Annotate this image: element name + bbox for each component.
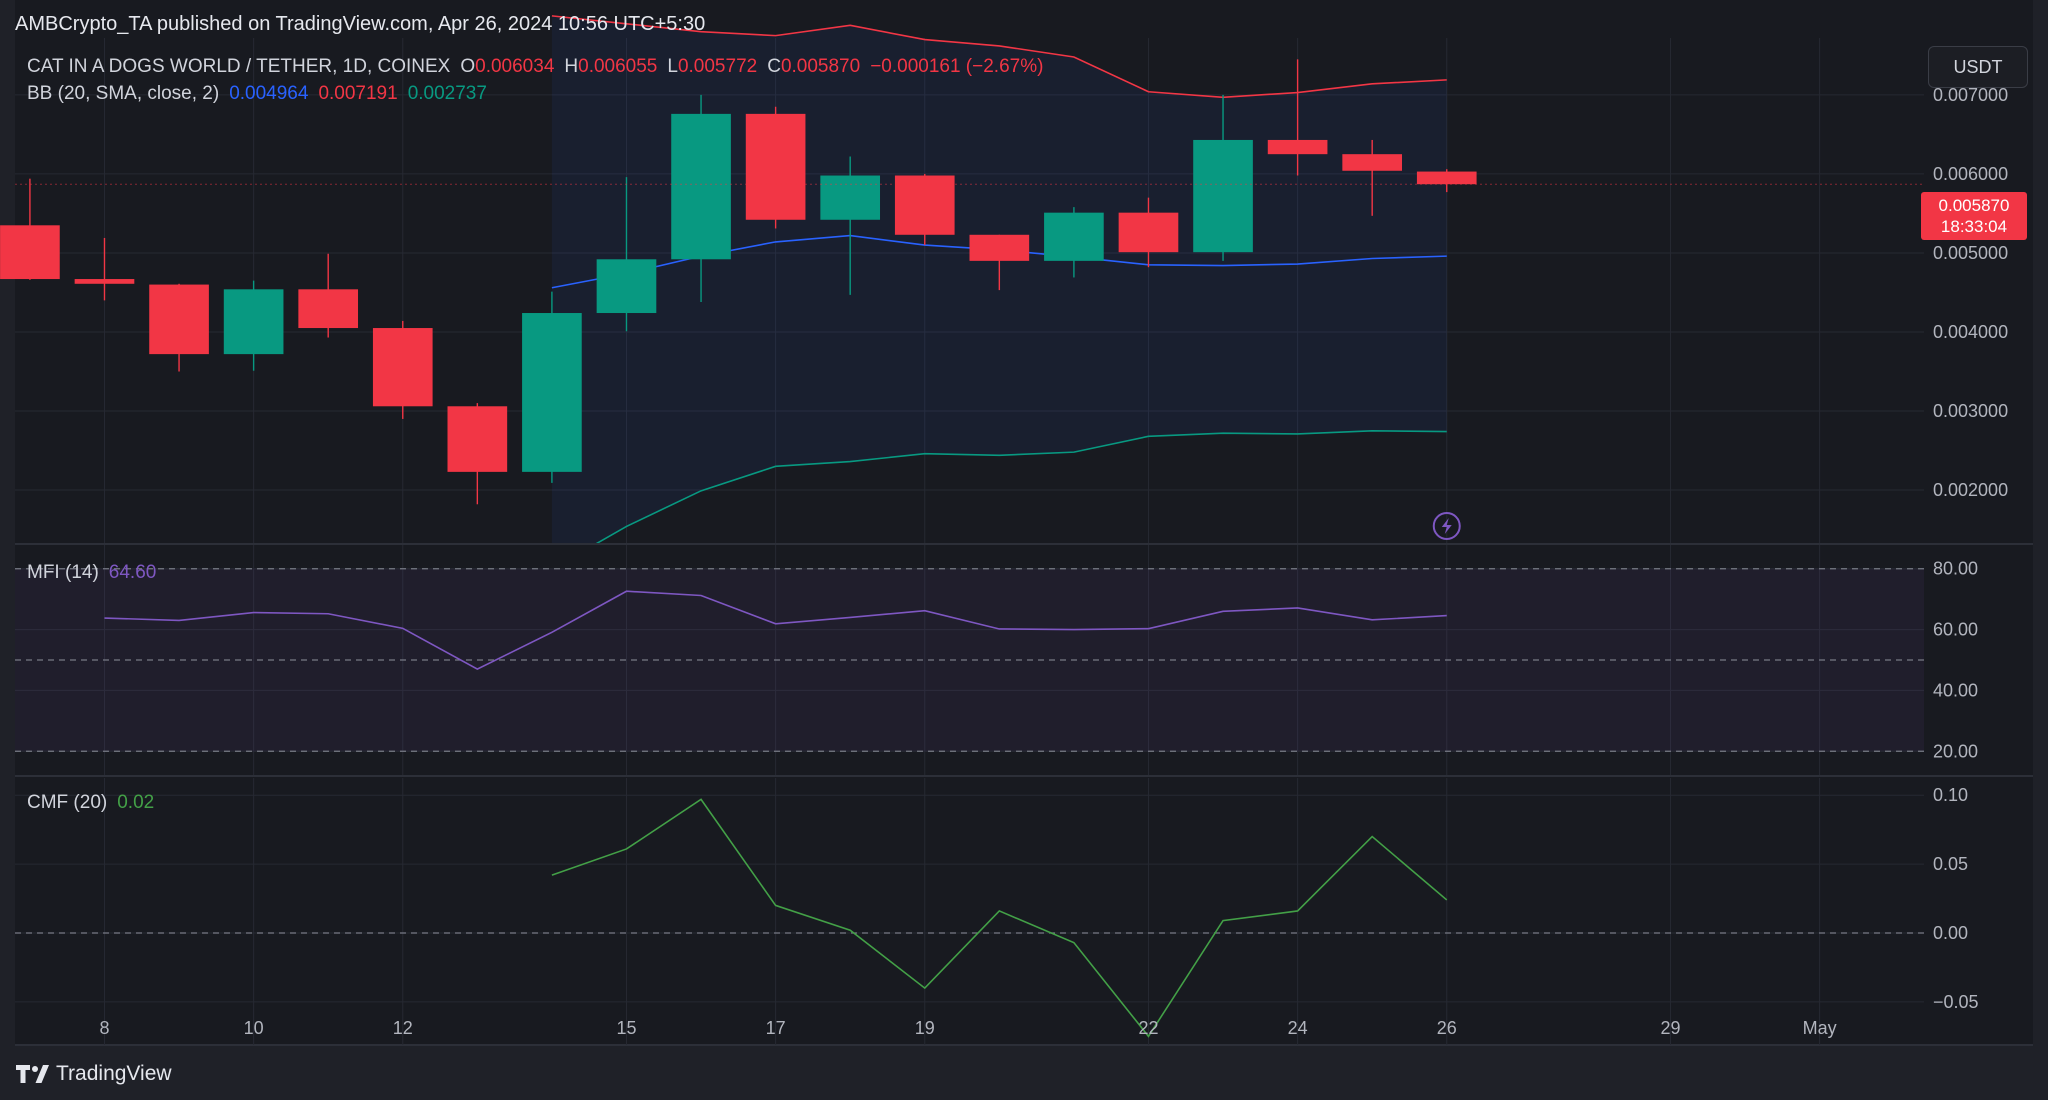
symbol-title: CAT IN A DOGS WORLD / TETHER, 1D, COINEX — [27, 56, 451, 77]
time-axis-label: 29 — [1660, 1018, 1680, 1038]
low-value: 0.005772 — [677, 56, 758, 77]
time-axis-label: 19 — [915, 1018, 935, 1038]
cmf-axis-label: 0.05 — [1933, 854, 1968, 874]
time-axis-label: 10 — [244, 1018, 264, 1038]
time-axis-label: 8 — [99, 1018, 109, 1038]
candle-down[interactable] — [372, 320, 433, 419]
bb-basis-value: 0.004964 — [229, 83, 309, 104]
price-axis-label: 0.002000 — [1933, 480, 2008, 500]
open-value: 0.006034 — [475, 56, 555, 77]
change-value: −0.000161 (−2.67%) — [870, 56, 1044, 77]
mfi-value: 64.60 — [108, 562, 157, 583]
time-axis-label: 24 — [1288, 1018, 1308, 1038]
high-label: H — [564, 56, 579, 77]
last-price-tag: 0.005870 18:33:04 — [1921, 192, 2027, 240]
time-axis-label: 17 — [766, 1018, 786, 1038]
currency-button[interactable]: USDT — [1928, 46, 2028, 88]
close-value: 0.005870 — [780, 56, 861, 77]
time-axis-label: 26 — [1437, 1018, 1457, 1038]
tradingview-logo-icon — [16, 1065, 49, 1083]
time-axis-label: 12 — [393, 1018, 413, 1038]
mfi-axis-label: 20.00 — [1933, 741, 1978, 761]
candle-body — [1267, 139, 1328, 155]
price-axis-label: 0.004000 — [1933, 322, 2008, 342]
publisher-line: AMBCrypto_TA published on TradingView.co… — [15, 13, 706, 35]
candle-body — [671, 113, 731, 260]
price-axis-label: 0.006000 — [1933, 164, 2008, 184]
low-label: L — [667, 56, 678, 77]
mfi-legend[interactable]: MFI (14) 64.60 — [27, 562, 166, 584]
tradingview-logo[interactable]: TradingView — [16, 1062, 172, 1086]
close-label: C — [767, 56, 781, 77]
time-axis-label: 15 — [616, 1018, 636, 1038]
candle-body — [223, 289, 284, 355]
ohlc-values: O0.006034 H0.006055 L0.005772 C0.005870 −0.0… — [460, 56, 1053, 78]
price-axis-label: 0.005000 — [1933, 243, 2008, 263]
bb-lower-value: 0.002737 — [407, 83, 487, 104]
mfi-axis-label: 60.00 — [1933, 620, 1978, 640]
candle-body — [447, 406, 508, 472]
candle-body — [1044, 212, 1104, 261]
mfi-axis-label: 40.00 — [1933, 680, 1978, 700]
tradingview-wordmark: TradingView — [56, 1062, 172, 1085]
mfi-axis-label: 80.00 — [1933, 559, 1978, 579]
candle-body — [298, 289, 359, 329]
chart-stage: 0.007000 0.006000 0.005000 0.004000 0.003000… — [0, 0, 2048, 1100]
candle-up[interactable] — [522, 291, 582, 483]
candle-body — [372, 328, 433, 407]
cmf-label: CMF (20) — [27, 792, 108, 813]
time-axis-label: May — [1803, 1018, 1837, 1038]
candle-body — [0, 225, 60, 280]
cmf-axis-label: −0.05 — [1933, 992, 1979, 1012]
candle-body — [522, 313, 582, 472]
mfi-label: MFI (14) — [27, 562, 99, 583]
cmf-axis-label: 0.00 — [1933, 923, 1968, 943]
chart-canvas[interactable]: 0.0070000.0060000.0050000.0040000.003000… — [0, 0, 2048, 1100]
candle-body — [596, 259, 657, 314]
open-label: O — [460, 56, 476, 77]
symbol-legend: CAT IN A DOGS WORLD / TETHER, 1D, COINEX… — [27, 56, 1063, 78]
candle-body — [1118, 212, 1179, 253]
price-axis-label: 0.003000 — [1933, 401, 2008, 421]
candle-down[interactable] — [745, 106, 806, 229]
cmf-value: 0.02 — [117, 792, 155, 813]
candle-body — [149, 284, 209, 355]
last-price-value: 0.005870 — [1938, 196, 2010, 215]
bb-label: BB (20, SMA, close, 2) — [27, 83, 220, 104]
cmf-legend[interactable]: CMF (20) 0.02 — [27, 792, 164, 814]
candle-body — [1416, 171, 1477, 185]
candle-body — [820, 175, 881, 220]
bar-countdown: 18:33:04 — [1940, 217, 2008, 236]
candle-body — [969, 234, 1030, 261]
candle-body — [1193, 139, 1253, 253]
candle-body — [745, 113, 806, 220]
candle-body — [1342, 154, 1403, 171]
high-value: 0.006055 — [578, 56, 658, 77]
candle-body — [74, 279, 135, 284]
bb-legend[interactable]: BB (20, SMA, close, 2) 0.004964 0.007191… — [27, 83, 497, 105]
time-axis-label: 22 — [1138, 1018, 1158, 1038]
bb-upper-value: 0.007191 — [318, 83, 398, 104]
cmf-axis-label: 0.10 — [1933, 785, 1968, 805]
